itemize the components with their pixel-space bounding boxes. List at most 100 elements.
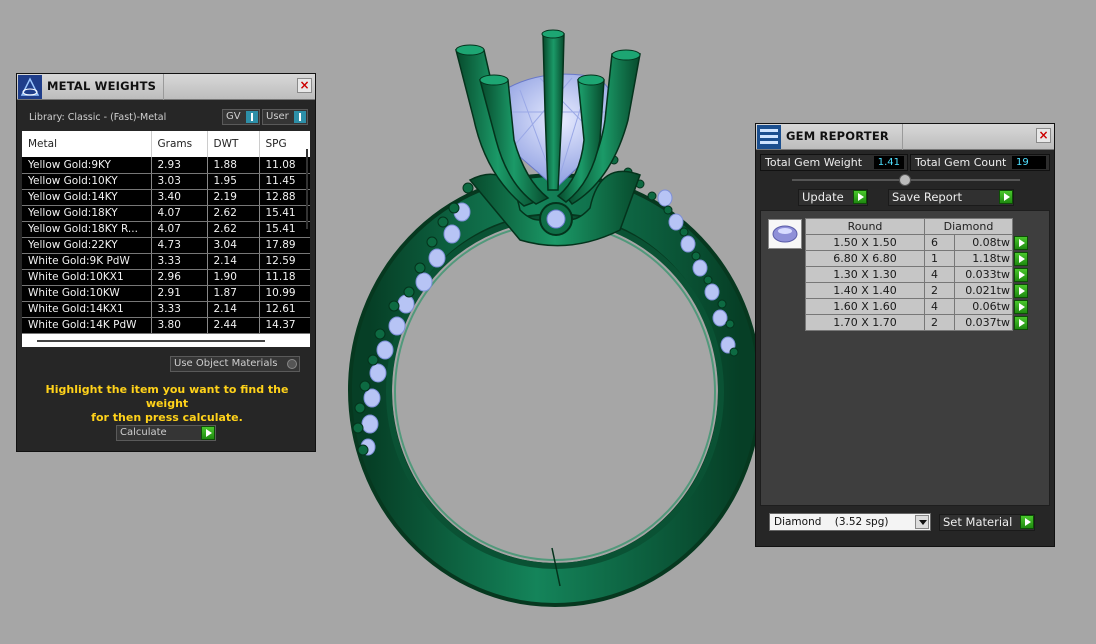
gem-list-area: Round Diamond 1.50 X 1.50 6 0.08tw 6.80 X 6…: [760, 210, 1050, 506]
gem-row[interactable]: 1.30 X 1.30 4 0.033tw: [805, 266, 1028, 283]
table-cell: 1.95: [207, 173, 260, 190]
instruction-text: Highlight the item you want to find the …: [45, 383, 289, 424]
header-shape: Round: [805, 218, 925, 235]
library-label: Library: Classic - (Fast)-Metal: [29, 112, 167, 123]
table-cell: 11.08: [259, 157, 310, 174]
metal-weights-titlebar[interactable]: METAL WEIGHTS ×: [17, 74, 315, 100]
play-arrow-icon[interactable]: [1014, 235, 1028, 250]
gem-row-action[interactable]: [1013, 267, 1028, 283]
gem-row[interactable]: 1.60 X 1.60 4 0.06tw: [805, 298, 1028, 315]
table-row[interactable]: White Gold:10KX1 2.96 1.90 11.18: [22, 269, 310, 286]
table-row[interactable]: White Gold:14KX1 3.33 2.14 12.61: [22, 301, 310, 318]
play-arrow-icon: [999, 190, 1013, 204]
table-cell: 2.62: [207, 221, 260, 238]
user-toggle-icon: [294, 111, 306, 123]
gem-count: 6: [924, 234, 955, 251]
table-cell: 2.93: [151, 157, 208, 174]
gem-count: 2: [924, 314, 955, 331]
table-row[interactable]: Yellow Gold:14KY 3.40 2.19 12.88: [22, 189, 310, 206]
table-cell: 4.07: [151, 205, 208, 222]
titlebar-divider: [902, 124, 903, 150]
gem-row-action[interactable]: [1013, 283, 1028, 299]
play-arrow-icon[interactable]: [1014, 251, 1028, 266]
table-cell: 2.14: [207, 301, 260, 318]
user-toggle[interactable]: User: [262, 109, 308, 125]
table-row[interactable]: Yellow Gold:22KY 4.73 3.04 17.89: [22, 237, 310, 254]
column-header[interactable]: SPG: [259, 131, 310, 157]
gem-table[interactable]: Round Diamond 1.50 X 1.50 6 0.08tw 6.80 X 6…: [805, 218, 1028, 331]
gem-reporter-title: GEM REPORTER: [786, 129, 889, 143]
gv-toggle[interactable]: GV: [222, 109, 260, 125]
play-arrow-icon: [1020, 515, 1034, 529]
total-gem-count: Total Gem Count 19: [910, 154, 1050, 171]
play-arrow-icon[interactable]: [1014, 299, 1028, 314]
play-arrow-icon[interactable]: [1014, 267, 1028, 282]
table-cell: 3.33: [151, 301, 208, 318]
gem-row-action[interactable]: [1013, 315, 1028, 331]
table-row[interactable]: White Gold:9K PdW 3.33 2.14 12.59: [22, 253, 310, 270]
gem-size: 1.50 X 1.50: [805, 234, 925, 251]
gem-weight: 0.06tw: [954, 298, 1013, 315]
divider-slider-knob[interactable]: [899, 174, 911, 186]
horizontal-scrollbar[interactable]: [37, 340, 265, 342]
table-cell: Yellow Gold:14KY: [22, 189, 152, 206]
gem-weight: 0.037tw: [954, 314, 1013, 331]
table-cell: 3.80: [151, 317, 208, 334]
table-cell: 2.44: [207, 317, 260, 334]
metal-table[interactable]: Metal Grams DWT SPG Yellow Gold:9KY 2.93 1.88…: [22, 131, 310, 347]
gem-row[interactable]: 1.40 X 1.40 2 0.021tw: [805, 282, 1028, 299]
header-material: Diamond: [924, 218, 1013, 235]
metal-weights-logo-icon: [18, 75, 42, 99]
column-header[interactable]: Metal: [22, 131, 152, 157]
table-cell: 2.96: [151, 269, 208, 286]
table-cell: 3.40: [151, 189, 208, 206]
gem-row[interactable]: 1.50 X 1.50 6 0.08tw: [805, 234, 1028, 251]
table-cell: 2.91: [151, 285, 208, 302]
table-row[interactable]: White Gold:10KW 2.91 1.87 10.99: [22, 285, 310, 302]
gem-row[interactable]: 1.70 X 1.70 2 0.037tw: [805, 314, 1028, 331]
gem-row[interactable]: 6.80 X 6.80 1 1.18tw: [805, 250, 1028, 267]
play-arrow-icon[interactable]: [1014, 283, 1028, 298]
save-report-button[interactable]: Save Report: [888, 189, 1014, 206]
column-header[interactable]: Grams: [151, 131, 208, 157]
table-cell: 11.45: [259, 173, 310, 190]
gem-weight: 0.021tw: [954, 282, 1013, 299]
material-select[interactable]: Diamond (3.52 spg): [769, 513, 931, 531]
gem-row-action[interactable]: [1013, 251, 1028, 267]
toggle-knob-icon: [287, 359, 297, 369]
gem-count: 2: [924, 282, 955, 299]
metal-weights-title: METAL WEIGHTS: [47, 79, 157, 93]
table-cell: 2.14: [207, 253, 260, 270]
table-cell: Yellow Gold:10KY: [22, 173, 152, 190]
close-icon[interactable]: ×: [1036, 128, 1051, 143]
gv-toggle-icon: [246, 111, 258, 123]
table-cell: White Gold:10KX1: [22, 269, 152, 286]
table-cell: White Gold:10KW: [22, 285, 152, 302]
table-cell: Yellow Gold:22KY: [22, 237, 152, 254]
update-button[interactable]: Update: [798, 189, 868, 206]
total-gem-weight: Total Gem Weight 1.41: [760, 154, 908, 171]
gem-reporter-titlebar[interactable]: GEM REPORTER ×: [756, 124, 1054, 150]
use-object-materials-toggle[interactable]: Use Object Materials: [170, 356, 300, 372]
gem-reporter-logo-icon: [757, 125, 781, 149]
table-row[interactable]: Yellow Gold:10KY 3.03 1.95 11.45: [22, 173, 310, 190]
table-row[interactable]: White Gold:14K PdW 3.80 2.44 14.37: [22, 317, 310, 334]
table-row[interactable]: Yellow Gold:18KY R... 4.07 2.62 15.41: [22, 221, 310, 238]
play-arrow-icon[interactable]: [1014, 315, 1028, 330]
table-cell: 3.04: [207, 237, 260, 254]
table-cell: White Gold:14K PdW: [22, 317, 152, 334]
close-icon[interactable]: ×: [297, 78, 312, 93]
calculate-button[interactable]: Calculate: [116, 425, 216, 441]
chevron-down-icon[interactable]: [915, 515, 929, 529]
table-cell: White Gold:9K PdW: [22, 253, 152, 270]
column-header[interactable]: DWT: [207, 131, 260, 157]
table-cell: 4.07: [151, 221, 208, 238]
table-cell: 11.18: [259, 269, 310, 286]
set-material-button[interactable]: Set Material: [939, 514, 1035, 531]
gem-row-action[interactable]: [1013, 235, 1028, 251]
table-row[interactable]: Yellow Gold:18KY 4.07 2.62 15.41: [22, 205, 310, 222]
table-row[interactable]: Yellow Gold:9KY 2.93 1.88 11.08: [22, 157, 310, 174]
vertical-scrollbar[interactable]: [306, 149, 308, 229]
gem-row-action[interactable]: [1013, 299, 1028, 315]
table-cell: Yellow Gold:18KY: [22, 205, 152, 222]
